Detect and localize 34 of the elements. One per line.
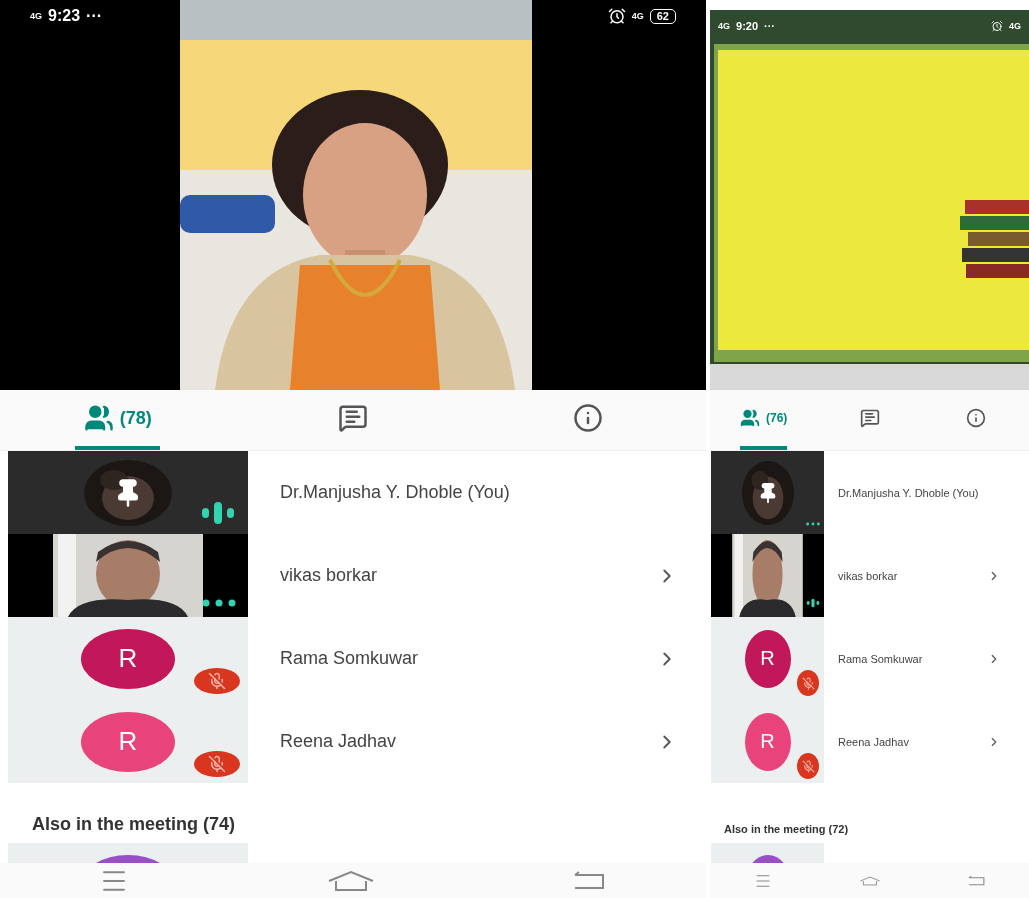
participant-name: vikas borkar	[280, 565, 379, 586]
section-title: Also in the meeting (72)	[724, 823, 849, 835]
participant-name: vikas borkar	[838, 569, 899, 582]
battery-level: 62	[649, 8, 676, 24]
section-title: Also in the meeting (74)	[32, 814, 236, 835]
info-icon	[573, 403, 604, 433]
participant-name: Dr.Manjusha Y. Dhoble (You)	[838, 486, 980, 499]
alarm-icon	[607, 7, 626, 25]
participant-name: Rama Somkuwar	[838, 652, 924, 665]
participant-name: Dr.Manjusha Y. Dhoble (You)	[280, 482, 511, 503]
participant-name: Rama Somkuwar	[280, 648, 420, 669]
network-label: 4G	[631, 11, 644, 21]
clock-time: 9:23	[48, 7, 81, 25]
alarm-icon	[991, 20, 1003, 32]
info-icon	[966, 408, 987, 428]
participant-name: Reena Jadhav	[280, 731, 398, 752]
chat-icon	[338, 403, 368, 433]
people-icon	[740, 408, 760, 428]
more-notifications: ···	[764, 20, 776, 32]
network-label: 4G	[30, 11, 42, 21]
more-notifications: ···	[86, 7, 103, 25]
participant-count: (78)	[119, 407, 152, 429]
network-label: 4G	[1009, 21, 1021, 31]
clock-time: 9:20	[736, 20, 759, 32]
avatar: R	[81, 628, 175, 689]
network-label: 4G	[718, 21, 730, 31]
avatar: R	[744, 629, 791, 688]
people-icon	[83, 403, 114, 433]
home-icon[interactable]	[326, 868, 376, 893]
chat-icon	[860, 408, 881, 428]
avatar: R	[81, 711, 175, 772]
avatar: R	[744, 712, 791, 771]
participant-name: Reena Jadhav	[838, 735, 910, 748]
participant-count: (76)	[766, 411, 788, 425]
